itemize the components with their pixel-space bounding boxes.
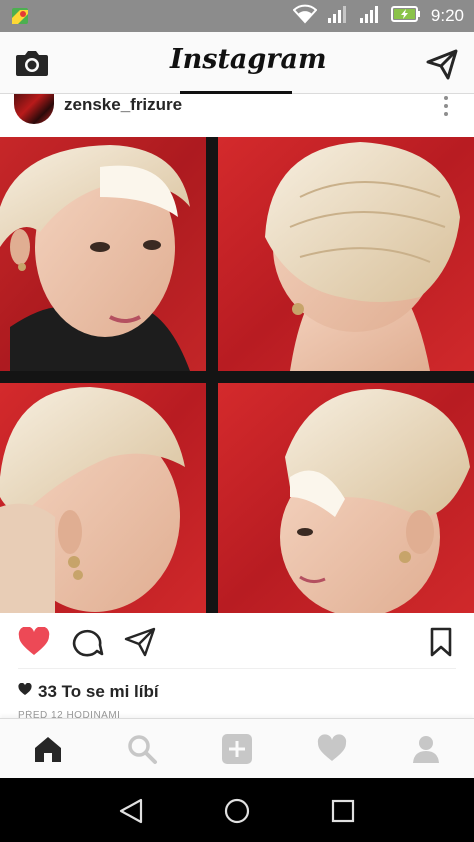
home-circle-icon[interactable] xyxy=(222,796,252,826)
home-icon[interactable] xyxy=(32,733,64,765)
direct-message-icon[interactable] xyxy=(426,48,458,80)
share-icon[interactable] xyxy=(124,627,156,657)
status-bar: 9:20 xyxy=(0,0,474,32)
more-options-icon[interactable] xyxy=(440,94,452,118)
small-heart-icon xyxy=(18,682,32,701)
likes-count: 33 To se mi líbí xyxy=(38,682,159,701)
divider xyxy=(18,668,456,669)
comment-icon[interactable] xyxy=(72,627,104,657)
post-timestamp: PŘED 12 HODINAMI xyxy=(18,710,121,718)
add-post-icon[interactable] xyxy=(221,733,253,765)
battery-charging-icon xyxy=(390,5,421,28)
wifi-icon xyxy=(292,4,318,29)
status-time: 9:20 xyxy=(430,6,464,25)
post-username[interactable]: zenske_frizure xyxy=(64,95,182,115)
profile-icon[interactable] xyxy=(410,733,442,765)
camera-icon[interactable] xyxy=(14,46,50,80)
photo-panel-top-left xyxy=(0,137,206,371)
maps-notification-icon xyxy=(10,6,30,26)
photo-panel-top-right xyxy=(218,137,474,371)
app-title: Instagram xyxy=(170,44,327,75)
bookmark-icon[interactable] xyxy=(426,627,458,657)
post-action-bar xyxy=(0,613,474,669)
photo-panel-bottom-right xyxy=(218,383,474,613)
photo-panel-bottom-left xyxy=(0,383,206,613)
bottom-tab-bar xyxy=(0,718,474,778)
signal-icon xyxy=(327,4,349,29)
android-nav-bar xyxy=(0,778,474,842)
app-header: Instagram xyxy=(0,32,474,94)
avatar[interactable] xyxy=(14,94,54,124)
back-icon[interactable] xyxy=(117,796,147,826)
likes-row[interactable]: 33 To se mi líbí xyxy=(18,680,159,704)
post-image[interactable] xyxy=(0,137,474,613)
heart-filled-icon[interactable] xyxy=(18,626,50,657)
post-header: zenske_frizure xyxy=(0,94,474,136)
search-icon[interactable] xyxy=(126,733,158,765)
signal-icon-2 xyxy=(359,4,381,29)
recents-icon[interactable] xyxy=(328,796,358,826)
activity-heart-icon[interactable] xyxy=(316,733,348,765)
